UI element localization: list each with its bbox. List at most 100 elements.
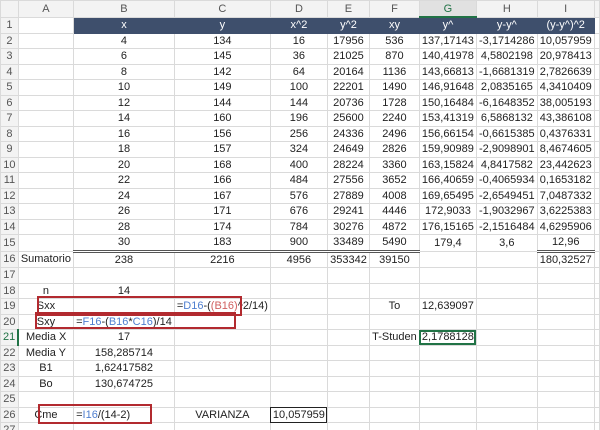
- cell[interactable]: 900: [269, 234, 328, 253]
- cell[interactable]: [17, 203, 75, 220]
- cell[interactable]: [536, 406, 595, 423]
- cell[interactable]: 484: [269, 172, 328, 189]
- cell[interactable]: [17, 32, 75, 49]
- row-header[interactable]: 3: [0, 48, 19, 65]
- select-all-corner[interactable]: [0, 0, 19, 18]
- column-header-B[interactable]: B: [73, 0, 175, 18]
- cell[interactable]: 167: [173, 187, 271, 204]
- cell[interactable]: [17, 234, 75, 252]
- cell[interactable]: 17: [73, 329, 175, 346]
- cell[interactable]: 3652: [369, 172, 420, 189]
- cell[interactable]: 20,978413: [536, 48, 595, 65]
- cell[interactable]: [536, 422, 595, 430]
- cell[interactable]: [326, 298, 371, 315]
- cell[interactable]: [173, 360, 271, 377]
- cell[interactable]: [326, 313, 371, 330]
- cell[interactable]: 14: [73, 110, 175, 127]
- cell[interactable]: 3,6: [475, 234, 538, 252]
- column-header-I[interactable]: I: [536, 0, 595, 18]
- cell[interactable]: 1136: [369, 63, 420, 80]
- cell[interactable]: 26: [73, 203, 175, 220]
- cell[interactable]: [593, 32, 600, 49]
- cell[interactable]: [593, 94, 600, 111]
- cell[interactable]: [17, 48, 75, 65]
- cell[interactable]: [593, 329, 600, 346]
- cell[interactable]: 353342: [326, 250, 371, 268]
- cell[interactable]: 25600: [326, 110, 371, 127]
- row-header[interactable]: 27: [0, 422, 19, 430]
- cell[interactable]: 4872: [369, 218, 420, 235]
- cell[interactable]: [593, 267, 600, 284]
- cell[interactable]: [536, 391, 595, 408]
- cell[interactable]: 16: [73, 125, 175, 142]
- cell[interactable]: [269, 375, 328, 392]
- column-title[interactable]: y: [173, 16, 271, 34]
- row-header[interactable]: 8: [0, 125, 19, 142]
- cell[interactable]: 27889: [326, 187, 371, 204]
- cell[interactable]: 2,0835165: [475, 79, 538, 96]
- cell[interactable]: [593, 360, 600, 377]
- row-header[interactable]: 13: [0, 203, 19, 220]
- cell[interactable]: [269, 313, 328, 330]
- cell[interactable]: -0,4065934: [475, 172, 538, 189]
- cell[interactable]: 143,66813: [418, 63, 477, 80]
- cell[interactable]: [173, 391, 271, 408]
- cell[interactable]: -6,1648352: [475, 94, 538, 111]
- cell[interactable]: [593, 63, 600, 80]
- cell[interactable]: 142: [173, 63, 271, 80]
- cell[interactable]: [418, 391, 477, 408]
- cell[interactable]: 576: [269, 187, 328, 204]
- cell[interactable]: [418, 313, 477, 330]
- cell[interactable]: [17, 110, 75, 127]
- row-header[interactable]: 23: [0, 360, 19, 377]
- column-title[interactable]: x: [73, 16, 175, 34]
- row-header[interactable]: 4: [0, 63, 19, 80]
- cell[interactable]: 2216: [173, 250, 271, 268]
- row-header[interactable]: 12: [0, 187, 19, 204]
- cell[interactable]: [418, 375, 477, 392]
- cell[interactable]: [17, 63, 75, 80]
- cell[interactable]: 156: [173, 125, 271, 142]
- cell[interactable]: 166: [173, 172, 271, 189]
- cell[interactable]: [326, 406, 371, 423]
- cell[interactable]: [173, 267, 271, 284]
- column-header-E[interactable]: E: [326, 0, 371, 18]
- cell[interactable]: [17, 187, 75, 204]
- cell[interactable]: 64: [269, 63, 328, 80]
- cell[interactable]: [536, 360, 595, 377]
- cell[interactable]: 3,6225383: [536, 203, 595, 220]
- cell[interactable]: [269, 298, 328, 315]
- cell[interactable]: [173, 422, 271, 430]
- row-header[interactable]: 14: [0, 218, 19, 235]
- cell[interactable]: [593, 16, 600, 34]
- cell[interactable]: [593, 79, 600, 96]
- cell[interactable]: T-Studen: [369, 329, 420, 346]
- cell[interactable]: 16: [269, 32, 328, 49]
- row-header[interactable]: 15: [0, 234, 19, 252]
- column-title[interactable]: y^2: [326, 16, 371, 34]
- cell[interactable]: 39150: [369, 250, 420, 268]
- cell[interactable]: -0,6615385: [475, 125, 538, 142]
- cell[interactable]: 676: [269, 203, 328, 220]
- cell[interactable]: [593, 218, 600, 235]
- cell[interactable]: 4,3410409: [536, 79, 595, 96]
- cell[interactable]: 28224: [326, 156, 371, 173]
- cell[interactable]: 400: [269, 156, 328, 173]
- cell[interactable]: 2,7826639: [536, 63, 595, 80]
- cell[interactable]: 174: [173, 218, 271, 235]
- cell[interactable]: 2496: [369, 125, 420, 142]
- cell[interactable]: 17956: [326, 32, 371, 49]
- column-header-C[interactable]: C: [173, 0, 271, 18]
- cell[interactable]: [269, 422, 328, 430]
- row-header[interactable]: 17: [0, 267, 19, 284]
- cell[interactable]: 10: [73, 79, 175, 96]
- selected-cell[interactable]: 2,1788128: [418, 329, 477, 346]
- cell[interactable]: [269, 344, 328, 361]
- cell[interactable]: 7,0487332: [536, 187, 595, 204]
- cell[interactable]: -2,6549451: [475, 187, 538, 204]
- cell[interactable]: [17, 218, 75, 235]
- cell[interactable]: 536: [369, 32, 420, 49]
- cell[interactable]: 169,65495: [418, 187, 477, 204]
- cell[interactable]: [593, 344, 600, 361]
- cell[interactable]: VARIANZA: [173, 406, 271, 423]
